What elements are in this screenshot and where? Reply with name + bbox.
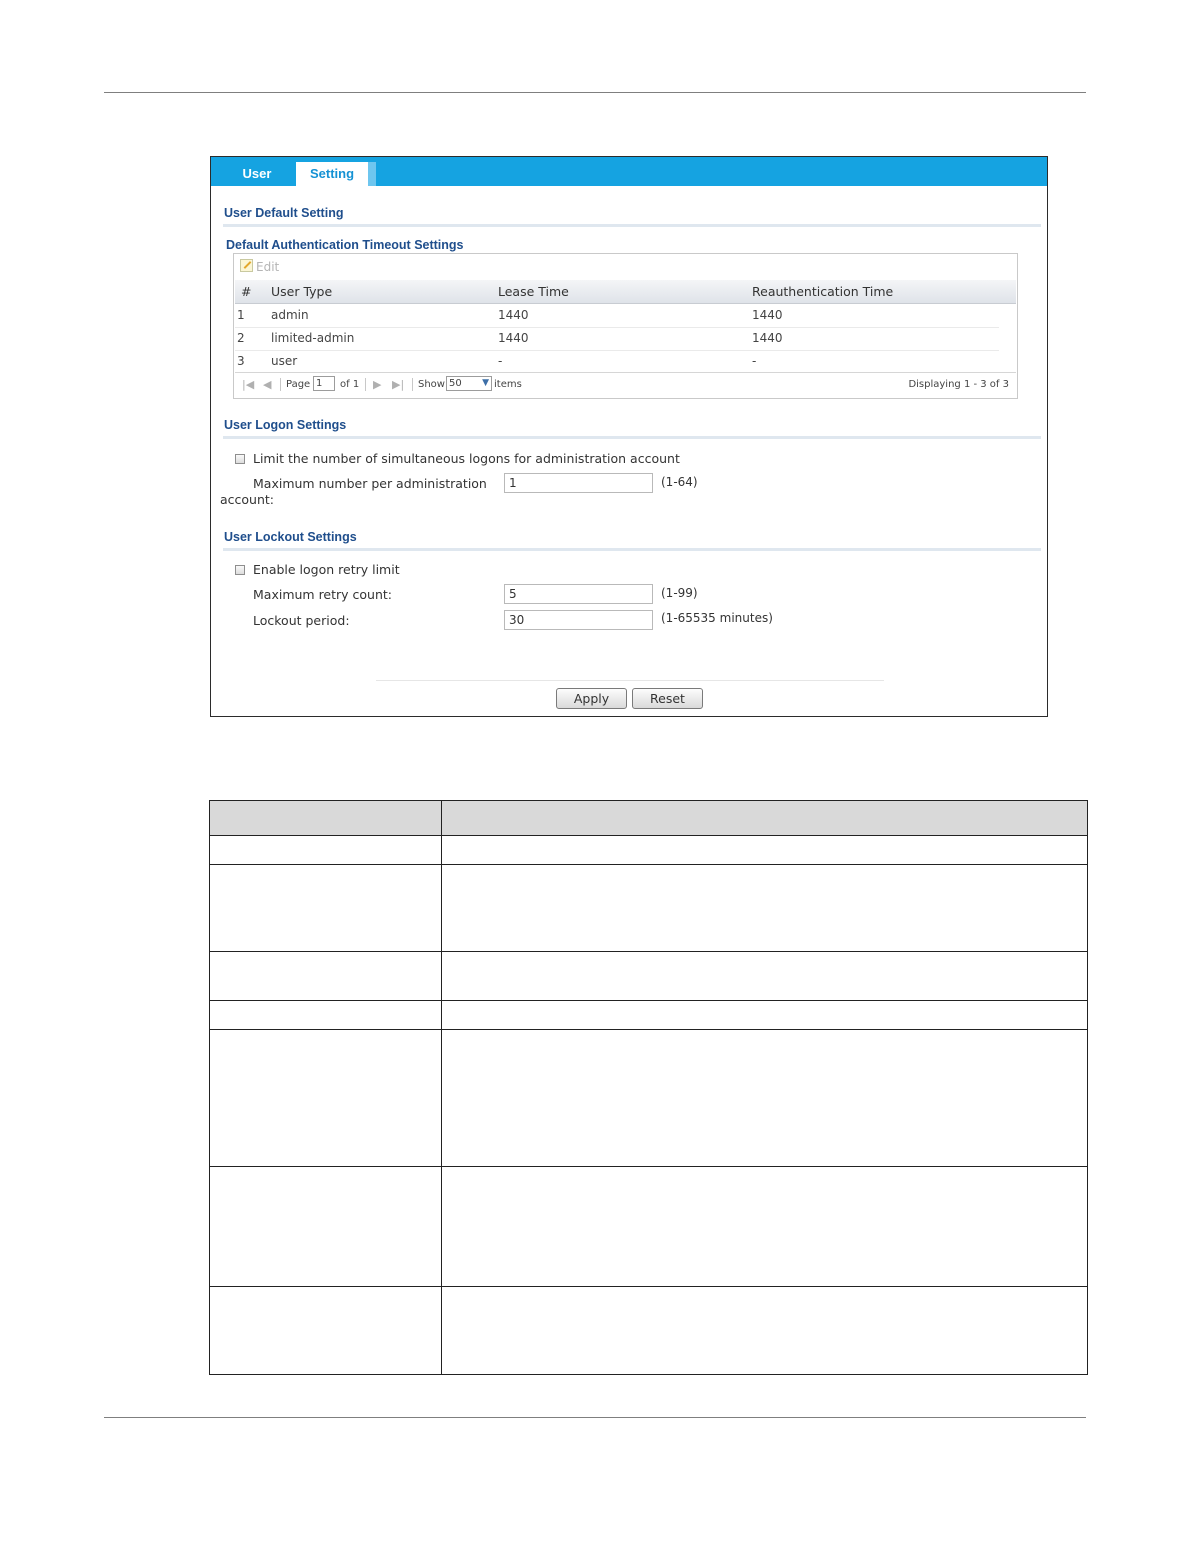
table-row[interactable]: 1 admin 1440 1440 <box>235 304 999 328</box>
cell-user-type: user <box>271 354 298 368</box>
limit-logons-checkbox[interactable] <box>235 454 245 464</box>
last-page-icon[interactable]: ▶| <box>392 378 404 391</box>
pager-separator <box>280 378 281 391</box>
reset-button[interactable]: Reset <box>632 688 703 709</box>
page-of-label: of 1 <box>340 379 360 390</box>
max-retry-label: Maximum retry count: <box>253 587 393 602</box>
row-divider <box>210 1029 1087 1030</box>
cell-user-type: admin <box>271 308 309 322</box>
edit-button[interactable]: Edit <box>240 259 279 274</box>
enable-retry-limit-label: Enable logon retry limit <box>253 562 400 577</box>
cell-lease-time: - <box>498 354 503 368</box>
first-page-icon[interactable]: |◀ <box>242 378 254 391</box>
cell-lease-time: 1440 <box>498 331 529 345</box>
field-description-table <box>209 800 1088 1375</box>
row-divider <box>210 951 1087 952</box>
cell-lease-time: 1440 <box>498 308 529 322</box>
max-retry-range: (1-99) <box>661 586 698 600</box>
section-title-user-default: User Default Setting <box>224 206 344 220</box>
max-per-admin-label-cont: account: <box>220 492 275 507</box>
description-table-header <box>210 801 1087 835</box>
section-title-lockout: User Lockout Settings <box>224 530 357 544</box>
section-title-auth-timeout: Default Authentication Timeout Settings <box>226 238 464 252</box>
enable-retry-limit-checkbox[interactable] <box>235 565 245 575</box>
section-title-logon: User Logon Settings <box>224 418 347 432</box>
cell-reauth-time: - <box>752 354 757 368</box>
limit-logons-label: Limit the number of simultaneous logons … <box>253 451 680 466</box>
chevron-down-icon: ▼ <box>482 378 489 388</box>
prev-page-icon[interactable]: ◀ <box>263 378 271 391</box>
page-header-rule <box>104 92 1086 93</box>
displaying-status: Displaying 1 - 3 of 3 <box>908 379 1009 390</box>
tab-setting[interactable]: Setting <box>296 162 376 186</box>
lockout-period-range: (1-65535 minutes) <box>661 611 773 625</box>
cell-num: 2 <box>237 331 245 345</box>
next-page-icon[interactable]: ▶ <box>373 378 381 391</box>
user-setting-screen: User Setting User Default Setting Defaul… <box>210 156 1048 717</box>
max-per-admin-input[interactable]: 1 <box>504 473 653 493</box>
items-label: items <box>494 379 522 390</box>
edit-icon <box>240 259 253 272</box>
cell-reauth-time: 1440 <box>752 308 783 322</box>
button-divider <box>376 680 884 681</box>
cell-user-type: limited-admin <box>271 331 355 345</box>
cell-reauth-time: 1440 <box>752 331 783 345</box>
column-header-lease-time[interactable]: Lease Time <box>498 284 569 299</box>
page-label: Page <box>286 379 311 390</box>
page-footer-rule <box>104 1417 1086 1418</box>
pager-separator <box>365 378 366 391</box>
apply-button[interactable]: Apply <box>556 688 627 709</box>
table-header: # User Type Lease Time Reauthentication … <box>235 280 1016 304</box>
column-header-user-type[interactable]: User Type <box>271 284 332 299</box>
table-row[interactable]: 2 limited-admin 1440 1440 <box>235 327 999 351</box>
max-retry-input[interactable]: 5 <box>504 584 653 604</box>
max-per-admin-label: Maximum number per administration <box>253 476 487 491</box>
page-size-select[interactable]: 50 ▼ <box>446 376 492 391</box>
row-divider <box>210 1286 1087 1287</box>
lockout-period-input[interactable]: 30 <box>504 610 653 630</box>
edit-label: Edit <box>256 260 280 274</box>
page-number-input[interactable]: 1 <box>313 376 335 391</box>
cell-num: 3 <box>237 354 245 368</box>
lockout-period-label: Lockout period: <box>253 613 350 628</box>
cell-num: 1 <box>237 308 245 322</box>
column-header-num[interactable]: # <box>241 284 251 299</box>
section-divider <box>223 548 1041 551</box>
row-divider <box>210 1166 1087 1167</box>
page-size-value: 50 <box>449 378 462 389</box>
pager-separator <box>412 378 413 391</box>
column-header-reauth-time[interactable]: Reauthentication Time <box>752 284 893 299</box>
auth-timeout-table: Edit # User Type Lease Time Reauthentica… <box>233 253 1018 399</box>
column-divider <box>441 801 442 1374</box>
section-divider <box>223 224 1041 227</box>
show-label: Show <box>418 379 445 390</box>
pagination-bar: |◀ ◀ Page 1 of 1 ▶ ▶| Show 50 ▼ items Dis… <box>235 372 1016 398</box>
row-divider <box>210 864 1087 865</box>
section-divider <box>223 436 1041 439</box>
tab-user[interactable]: User <box>221 162 293 186</box>
row-divider <box>210 1000 1087 1001</box>
table-row[interactable]: 3 user - - <box>235 350 999 373</box>
tab-bar: User Setting <box>211 157 1047 186</box>
max-per-admin-range: (1-64) <box>661 475 698 489</box>
row-divider <box>210 835 1087 836</box>
